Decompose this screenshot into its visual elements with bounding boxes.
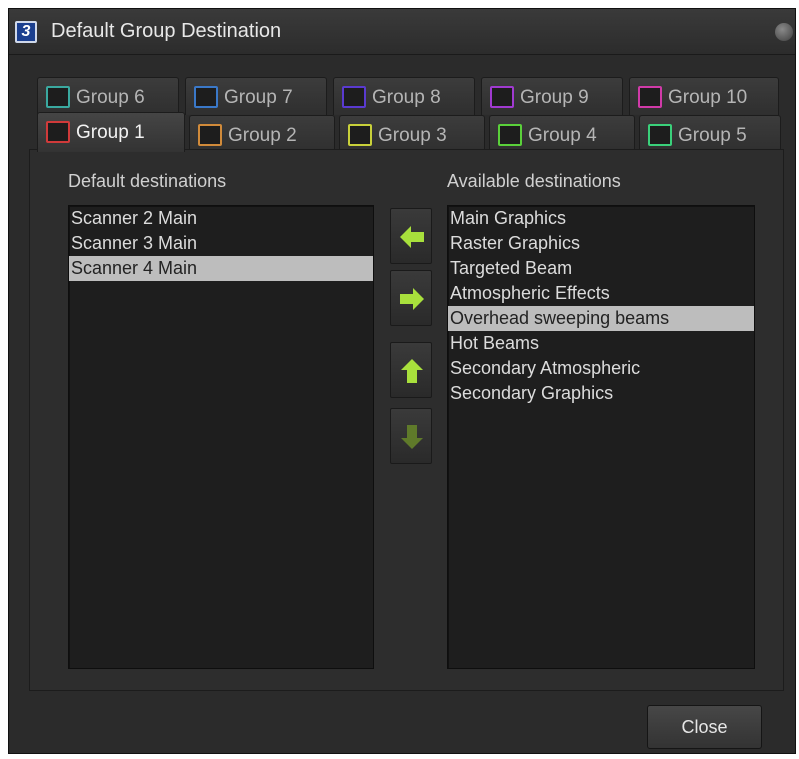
title-bar: 3 Default Group Destination: [9, 9, 795, 55]
dialog-window: 3 Default Group Destination Group 6 Grou…: [8, 8, 796, 754]
arrow-right-icon: [400, 288, 424, 310]
group-color-swatch: [46, 86, 70, 108]
group-color-swatch: [348, 124, 372, 146]
move-up-button[interactable]: [390, 342, 432, 398]
group-color-swatch: [648, 124, 672, 146]
group-color-swatch: [498, 124, 522, 146]
tab-label: Group 7: [224, 87, 293, 108]
tab-group-3[interactable]: Group 3: [339, 115, 485, 153]
group-color-swatch: [342, 86, 366, 108]
list-item[interactable]: Scanner 2 Main: [69, 206, 373, 231]
move-left-button[interactable]: [390, 208, 432, 264]
group-color-swatch: [194, 86, 218, 108]
list-item[interactable]: Scanner 3 Main: [69, 231, 373, 256]
tab-label: Group 6: [76, 87, 145, 108]
list-item[interactable]: Scanner 4 Main: [69, 256, 373, 281]
tab-label: Group 10: [668, 87, 748, 108]
tab-group-7[interactable]: Group 7: [185, 77, 327, 115]
window-title: Default Group Destination: [51, 20, 282, 42]
tab-group-2[interactable]: Group 2: [189, 115, 335, 153]
available-destinations-list[interactable]: Main Graphics Raster Graphics Targeted Bea…: [447, 205, 755, 669]
list-item[interactable]: Secondary Graphics: [448, 381, 754, 406]
list-item[interactable]: Raster Graphics: [448, 231, 754, 256]
tab-group-1[interactable]: Group 1: [37, 112, 185, 152]
window-orb-icon[interactable]: [775, 23, 793, 41]
tab-label: Group 8: [372, 87, 441, 108]
list-item[interactable]: Overhead sweeping beams: [448, 306, 754, 331]
tab-group-9[interactable]: Group 9: [481, 77, 623, 115]
group-color-swatch: [490, 86, 514, 108]
move-down-button[interactable]: [390, 408, 432, 464]
available-destinations-label: Available destinations: [447, 171, 621, 191]
group-color-swatch: [638, 86, 662, 108]
tab-label: Group 9: [520, 87, 589, 108]
close-button[interactable]: Close: [647, 705, 762, 749]
app-logo-icon: 3: [15, 21, 37, 43]
tab-label: Group 3: [378, 125, 447, 146]
list-item[interactable]: Atmospheric Effects: [448, 281, 754, 306]
tab-label: Group 4: [528, 125, 597, 146]
arrow-up-icon: [401, 359, 423, 383]
list-item[interactable]: Hot Beams: [448, 331, 754, 356]
move-right-button[interactable]: [390, 270, 432, 326]
tab-group-6[interactable]: Group 6: [37, 77, 179, 115]
list-item[interactable]: Targeted Beam: [448, 256, 754, 281]
default-destinations-list[interactable]: Scanner 2 Main Scanner 3 Main Scanner 4 Ma…: [68, 205, 374, 669]
arrow-down-icon: [401, 425, 423, 449]
list-item[interactable]: Main Graphics: [448, 206, 754, 231]
tab-group-8[interactable]: Group 8: [333, 77, 475, 115]
tab-panel: Default destinations Scanner 2 Main Scann…: [29, 149, 784, 691]
tab-group-10[interactable]: Group 10: [629, 77, 779, 115]
tab-label: Group 2: [228, 125, 297, 146]
arrow-left-icon: [400, 226, 424, 248]
tab-label: Group 5: [678, 125, 747, 146]
group-color-swatch: [198, 124, 222, 146]
group-color-swatch: [46, 121, 70, 143]
tab-label: Group 1: [76, 122, 145, 143]
default-destinations-label: Default destinations: [68, 171, 227, 191]
tab-group-4[interactable]: Group 4: [489, 115, 635, 153]
tab-group-5[interactable]: Group 5: [639, 115, 781, 153]
list-item[interactable]: Secondary Atmospheric: [448, 356, 754, 381]
